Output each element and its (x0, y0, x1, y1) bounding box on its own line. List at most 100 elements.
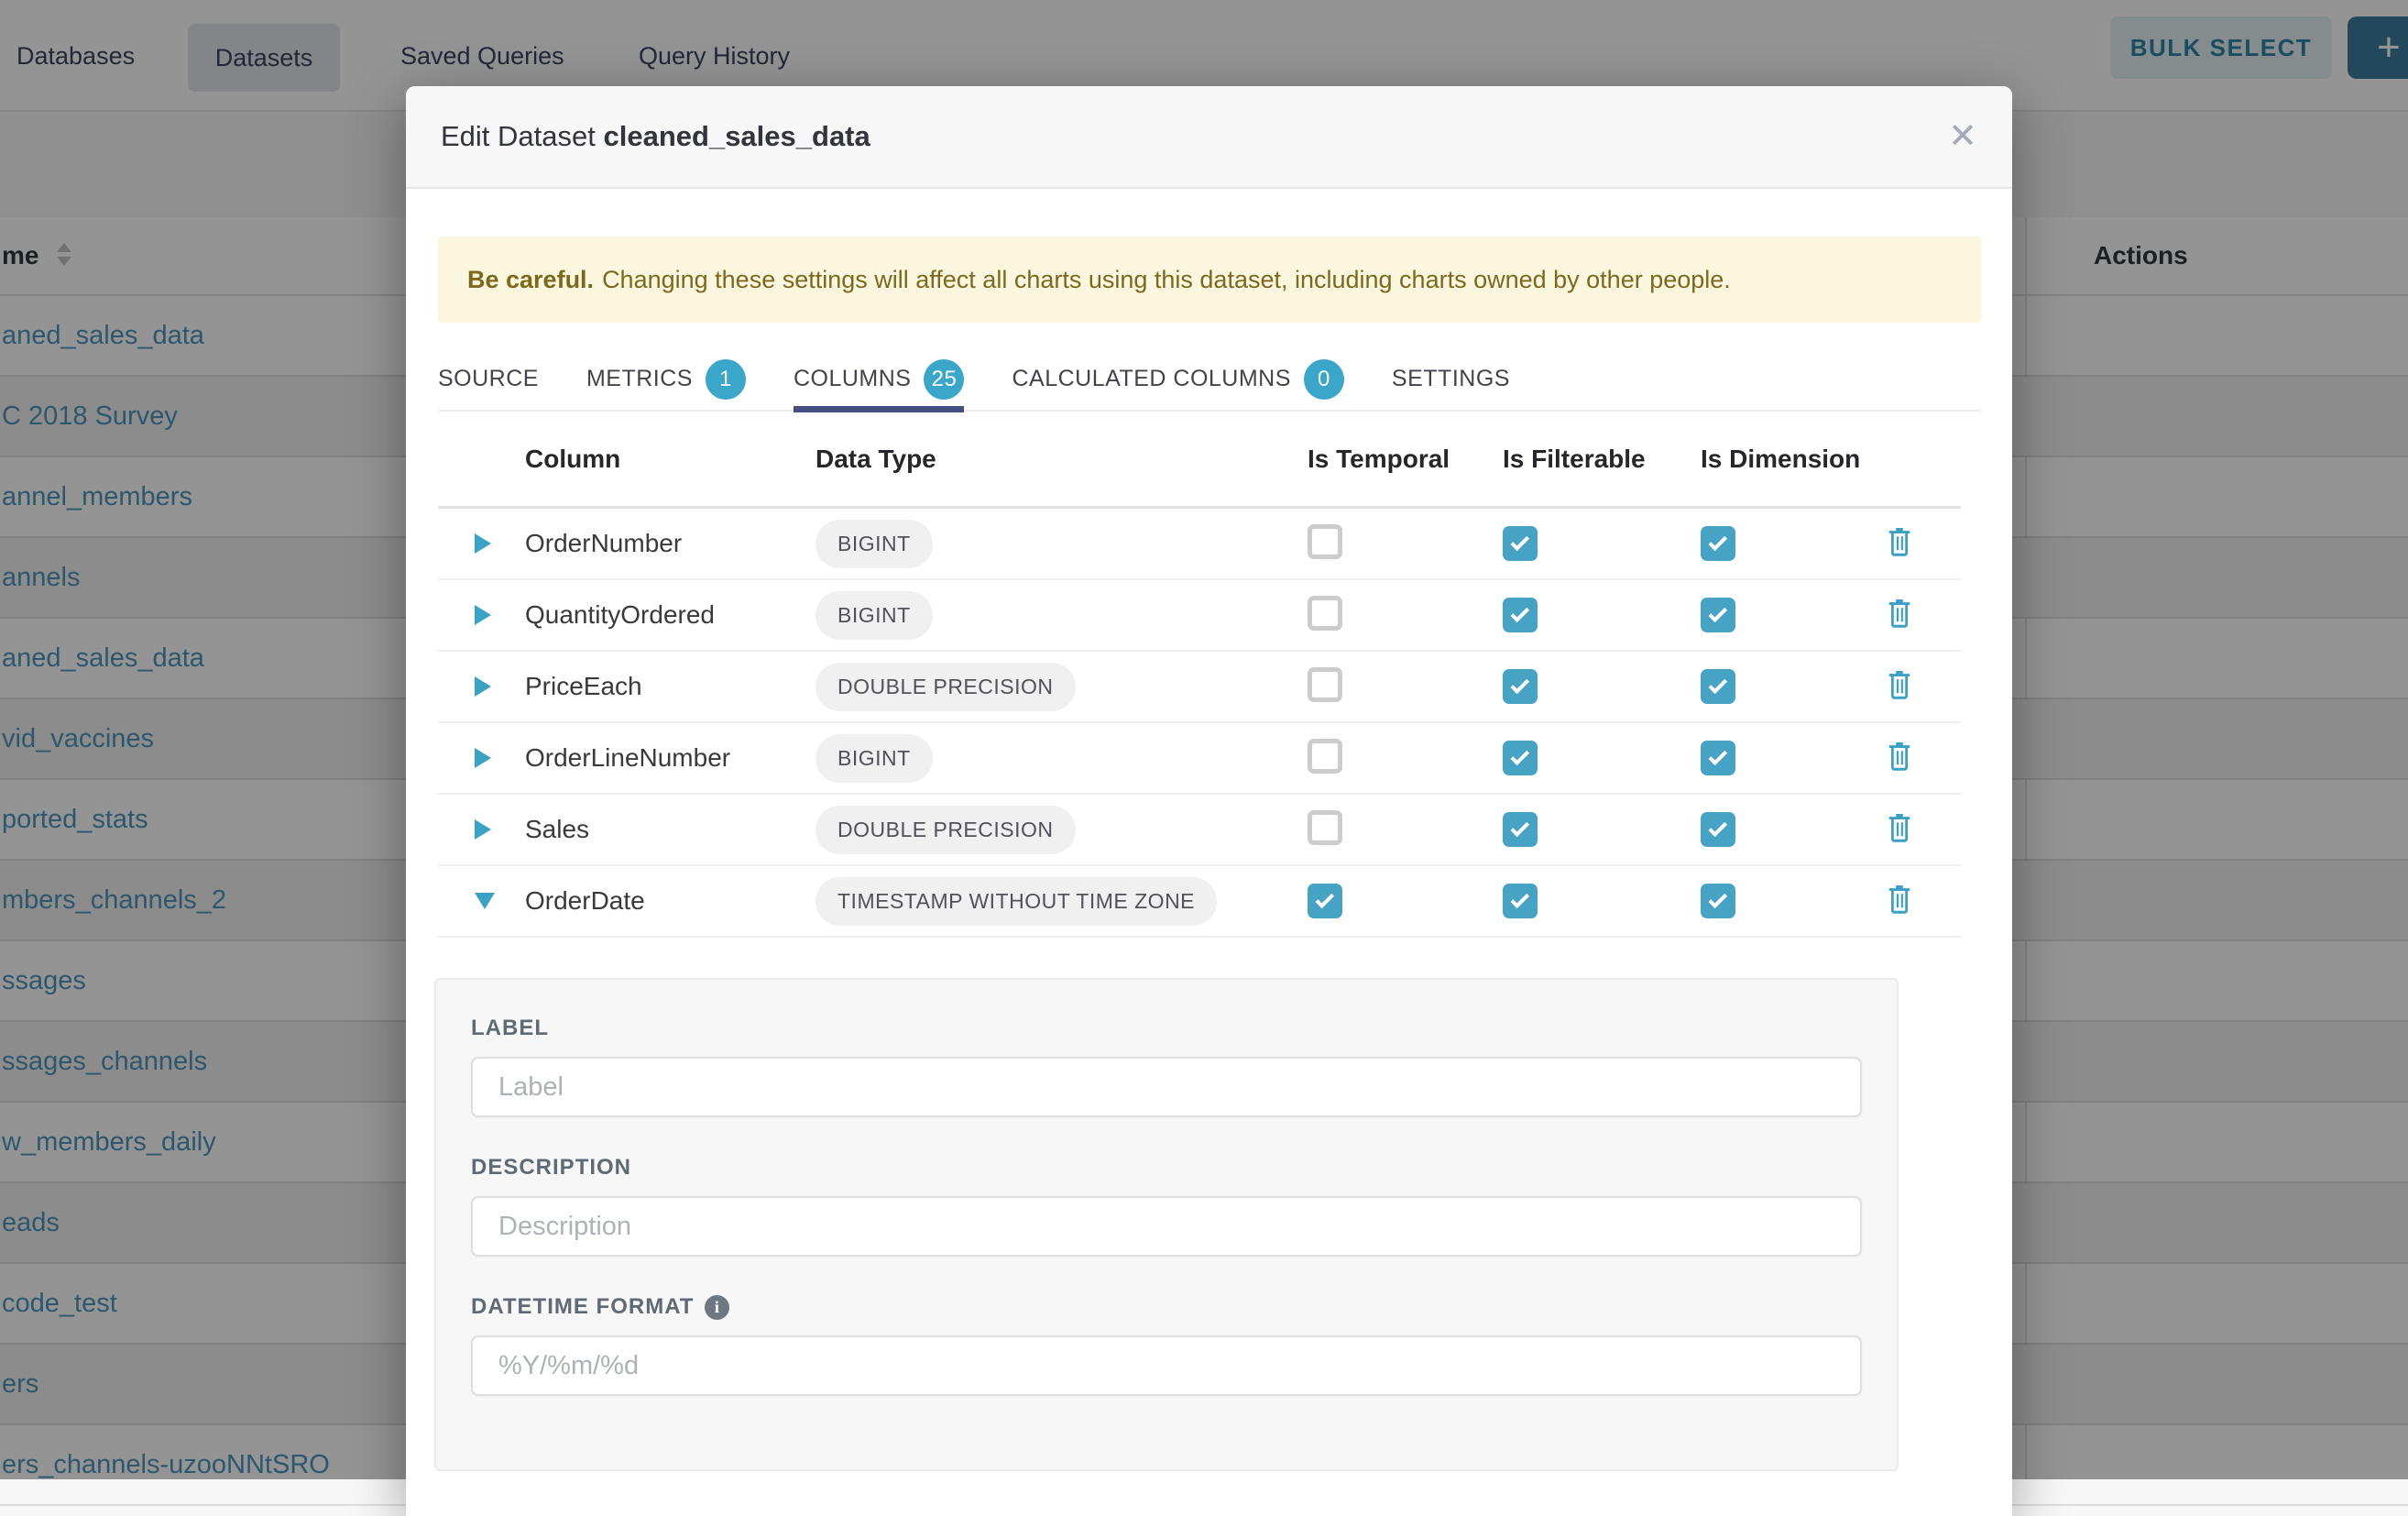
is-temporal-checkbox[interactable] (1308, 667, 1342, 702)
data-type-pill: BIGINT (815, 520, 933, 568)
is-temporal-checkbox[interactable] (1308, 739, 1342, 774)
tab-source[interactable]: SOURCE (438, 347, 539, 411)
trash-icon (1886, 741, 1913, 772)
trash-icon (1886, 598, 1913, 629)
delete-column-button[interactable] (1886, 598, 1961, 633)
tab-calculated-columns[interactable]: CALCULATED COLUMNS 0 (1012, 347, 1343, 411)
expand-toggle[interactable] (438, 605, 525, 625)
is-temporal-checkbox[interactable] (1308, 884, 1342, 918)
tab-label: METRICS (586, 366, 693, 392)
calculated-columns-count-badge: 0 (1304, 359, 1344, 400)
modal-title-prefix: Edit Dataset (441, 120, 596, 152)
column-row-priceeach: PriceEach DOUBLE PRECISION (438, 652, 1961, 723)
expand-toggle[interactable] (438, 676, 525, 697)
is-temporal-checkbox[interactable] (1308, 596, 1342, 631)
is-filterable-checkbox[interactable] (1503, 598, 1538, 632)
column-name: QuantityOrdered (525, 600, 815, 630)
field-label-text: DESCRIPTION (471, 1155, 631, 1181)
data-type-pill: BIGINT (815, 591, 933, 640)
is-dimension-checkbox[interactable] (1701, 741, 1735, 775)
modal-header: Edit Dataset cleaned_sales_data ✕ (406, 86, 2012, 189)
is-filterable-checkbox[interactable] (1503, 669, 1538, 704)
metrics-count-badge: 1 (706, 359, 746, 400)
is-filterable-checkbox[interactable] (1503, 884, 1538, 918)
datetime-format-field-label: DATETIME FORMAT i (471, 1293, 1862, 1321)
caret-right-icon (475, 819, 491, 840)
is-filterable-checkbox[interactable] (1503, 741, 1538, 775)
caret-right-icon (475, 748, 491, 768)
column-name: OrderDate (525, 886, 815, 916)
column-row-quantityordered: QuantityOrdered BIGINT (438, 580, 1961, 652)
label-field-label: LABEL (471, 1015, 1862, 1042)
column-name: OrderLineNumber (525, 743, 815, 773)
data-type-pill: BIGINT (815, 734, 933, 783)
description-field-label: DESCRIPTION (471, 1154, 1862, 1181)
column-name: PriceEach (525, 672, 815, 701)
collapse-toggle[interactable] (438, 893, 525, 909)
tab-settings[interactable]: SETTINGS (1392, 347, 1510, 411)
is-dimension-checkbox[interactable] (1701, 669, 1735, 704)
is-temporal-checkbox[interactable] (1308, 524, 1342, 559)
modal-title-dataset: cleaned_sales_data (604, 120, 870, 152)
info-icon[interactable]: i (705, 1295, 729, 1320)
close-icon[interactable]: ✕ (1948, 119, 1977, 154)
columns-count-badge: 25 (924, 359, 964, 400)
modal-title: Edit Dataset cleaned_sales_data (441, 120, 870, 153)
is-dimension-checkbox[interactable] (1701, 598, 1735, 632)
field-label-text: LABEL (471, 1016, 549, 1041)
expand-toggle[interactable] (438, 748, 525, 768)
data-type-pill: DOUBLE PRECISION (815, 663, 1076, 711)
delete-column-button[interactable] (1886, 812, 1961, 848)
delete-column-button[interactable] (1886, 741, 1961, 776)
label-input[interactable] (471, 1057, 1862, 1117)
tab-label: CALCULATED COLUMNS (1012, 366, 1290, 392)
tab-label: SOURCE (438, 366, 539, 392)
modal-tabs: SOURCE METRICS 1 COLUMNS 25 CALCULATED C… (438, 348, 1981, 412)
tab-metrics[interactable]: METRICS 1 (586, 347, 746, 411)
datetime-format-input[interactable] (471, 1335, 1862, 1396)
delete-column-button[interactable] (1886, 884, 1961, 919)
warning-bold: Be careful. (467, 266, 594, 294)
edit-dataset-modal: Edit Dataset cleaned_sales_data ✕ Be car… (406, 86, 2012, 1516)
orderdate-expanded-panel: LABEL DESCRIPTION DATETIME FORMAT i (434, 978, 1899, 1471)
column-header: Column (525, 445, 815, 474)
is-filterable-checkbox[interactable] (1503, 526, 1538, 561)
column-row-orderlinenumber: OrderLineNumber BIGINT (438, 723, 1961, 795)
data-type-pill: TIMESTAMP WITHOUT TIME ZONE (815, 877, 1217, 926)
trash-icon (1886, 812, 1913, 843)
field-label-text: DATETIME FORMAT (471, 1294, 694, 1320)
trash-icon (1886, 884, 1913, 915)
column-row-sales: Sales DOUBLE PRECISION (438, 795, 1961, 866)
is-dimension-checkbox[interactable] (1701, 526, 1735, 561)
is-filterable-checkbox[interactable] (1503, 812, 1538, 847)
is-dimension-header: Is Dimension (1701, 445, 1869, 474)
data-type-pill: DOUBLE PRECISION (815, 806, 1076, 854)
expand-toggle[interactable] (438, 533, 525, 554)
expand-toggle[interactable] (438, 819, 525, 840)
tab-label: SETTINGS (1392, 366, 1510, 392)
is-dimension-checkbox[interactable] (1701, 884, 1735, 918)
delete-column-button[interactable] (1886, 526, 1961, 562)
tab-label: COLUMNS (794, 366, 912, 392)
caret-right-icon (475, 533, 491, 554)
trash-icon (1886, 669, 1913, 700)
tab-columns[interactable]: COLUMNS 25 (794, 347, 965, 411)
column-name: OrderNumber (525, 529, 815, 558)
caret-down-icon (475, 893, 495, 909)
columns-table: Column Data Type Is Temporal Is Filterab… (438, 412, 1961, 938)
caret-right-icon (475, 605, 491, 625)
caret-right-icon (475, 676, 491, 697)
warning-banner: Be careful. Changing these settings will… (438, 236, 1981, 323)
is-dimension-checkbox[interactable] (1701, 812, 1735, 847)
column-row-ordernumber: OrderNumber BIGINT (438, 509, 1961, 580)
is-temporal-header: Is Temporal (1308, 445, 1503, 474)
columns-table-header: Column Data Type Is Temporal Is Filterab… (438, 412, 1961, 509)
description-input[interactable] (471, 1196, 1862, 1257)
column-row-orderdate: OrderDate TIMESTAMP WITHOUT TIME ZONE (438, 866, 1961, 938)
data-type-header: Data Type (815, 445, 1308, 474)
is-temporal-checkbox[interactable] (1308, 810, 1342, 845)
delete-column-button[interactable] (1886, 669, 1961, 705)
column-name: Sales (525, 815, 815, 844)
is-filterable-header: Is Filterable (1503, 445, 1701, 474)
trash-icon (1886, 526, 1913, 557)
